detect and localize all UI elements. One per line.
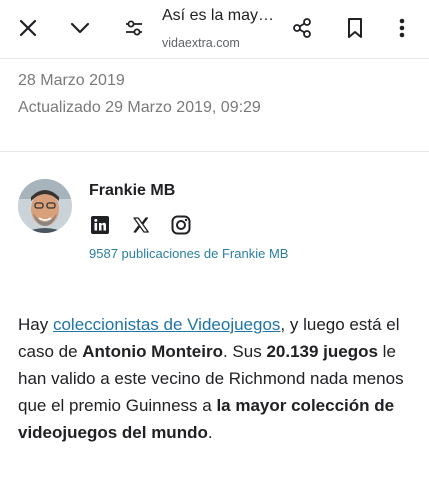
share-icon[interactable] (286, 12, 318, 44)
section-divider (0, 151, 429, 152)
page-settings-icon[interactable] (118, 12, 150, 44)
article-text: Hay (18, 315, 53, 334)
more-vert-icon[interactable] (386, 12, 418, 44)
article-text: . (207, 423, 213, 442)
article-paragraph: Hay coleccionistas de Videojuegos, y lue… (18, 311, 418, 446)
updated-date: Actualizado 29 Marzo 2019, 09:29 (18, 99, 261, 116)
bookmark-icon[interactable] (339, 12, 371, 44)
close-icon[interactable] (12, 12, 44, 44)
toolbar-divider (0, 58, 429, 59)
page-url: vidaextra.com (162, 36, 240, 50)
author-avatar[interactable] (18, 179, 72, 233)
publish-date: 28 Marzo 2019 (18, 72, 125, 89)
chevron-down-icon[interactable] (64, 12, 96, 44)
browser-toolbar: Así es la may… vidaextra.com (0, 0, 429, 58)
article-bold: 20.139 juegos (266, 342, 378, 361)
author-name[interactable]: Frankie MB (89, 182, 175, 200)
article-text: . Sus (222, 342, 267, 361)
instagram-icon[interactable] (171, 215, 191, 235)
page-title: Así es la may… (162, 7, 275, 24)
linkedin-icon[interactable] (90, 215, 110, 235)
article-bold: Antonio Monteiro (82, 342, 223, 361)
page-title-block[interactable]: Así es la may… vidaextra.com (162, 6, 280, 52)
x-icon[interactable] (131, 215, 151, 235)
collectors-link[interactable]: coleccionistas de Videojuegos (53, 315, 280, 334)
author-publications-link[interactable]: 9587 publicaciones de Frankie MB (89, 246, 288, 261)
